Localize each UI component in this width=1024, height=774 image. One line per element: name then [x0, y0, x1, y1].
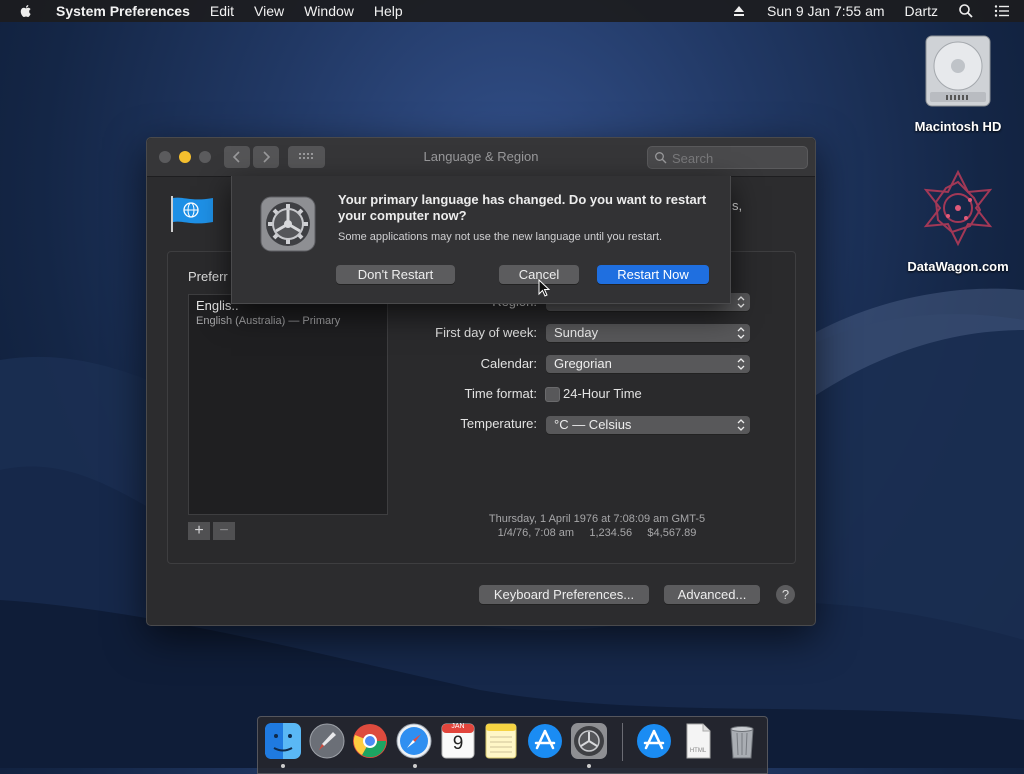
sample-format-line: 1/4/76, 7:08 am 1,234.56 $4,567.89	[497, 527, 697, 539]
mouse-pointer-icon	[538, 279, 550, 297]
calendar-popup[interactable]: Gregorian	[546, 355, 750, 373]
apple-icon[interactable]	[18, 3, 34, 19]
language-item-detail: English (Australia) — Primary	[196, 315, 341, 327]
system-preferences-icon[interactable]	[570, 722, 608, 760]
calendar-label: Calendar:	[480, 356, 537, 371]
add-language-button[interactable]: +	[188, 522, 210, 540]
keyboard-preferences-button[interactable]: Keyboard Preferences...	[479, 585, 649, 604]
24-hour-time-checkbox[interactable]	[545, 387, 560, 402]
menu-view[interactable]: View	[244, 0, 294, 22]
app-store-icon[interactable]	[526, 722, 564, 760]
html-file-icon	[686, 723, 711, 759]
calendar-month: JAN	[451, 723, 465, 730]
alert-informative-text: Some applications may not use the new la…	[338, 231, 663, 243]
trash-icon[interactable]	[723, 722, 761, 760]
restart-alert-sheet: Your primary language has changed. Do yo…	[231, 176, 731, 304]
search-icon	[655, 152, 667, 164]
restart-now-button[interactable]: Restart Now	[597, 265, 709, 284]
launchpad-icon[interactable]	[308, 722, 346, 760]
advanced-button[interactable]: Advanced...	[664, 585, 760, 604]
preferred-languages-label: Preferr	[188, 269, 228, 284]
menu-bar: System Preferences Edit View Window Help…	[0, 0, 1024, 22]
spotlight-icon[interactable]	[958, 3, 974, 19]
temperature-label: Temperature:	[460, 416, 537, 431]
hard-drive-icon	[925, 35, 991, 107]
desktop-icon-macintosh-hd[interactable]: Macintosh HD	[903, 32, 1013, 134]
updown-arrows-icon	[737, 327, 745, 339]
dock: JAN 9 HTML	[257, 716, 768, 774]
search-field[interactable]	[647, 146, 808, 169]
remove-language-button[interactable]: −	[213, 522, 235, 540]
first-day-popup[interactable]: Sunday	[546, 324, 750, 342]
updown-arrows-icon	[737, 419, 745, 431]
document-label: HTML	[689, 748, 707, 754]
updown-arrows-icon	[737, 296, 745, 308]
temperature-popup[interactable]: °C — Celsius	[546, 416, 750, 434]
temperature-value: °C — Celsius	[554, 417, 632, 432]
running-indicator	[281, 764, 285, 768]
system-preferences-gear-icon	[260, 196, 316, 252]
alert-message: Your primary language has changed. Do yo…	[338, 192, 707, 223]
finder-icon[interactable]	[264, 722, 302, 760]
preferred-languages-list[interactable]: Englis.. English (Australia) — Primary	[188, 294, 388, 515]
notification-center-icon[interactable]	[994, 3, 1010, 19]
eject-icon[interactable]	[731, 3, 747, 19]
description-text: s,	[732, 198, 743, 213]
24-hour-time-label[interactable]: 24-Hour Time	[563, 386, 642, 401]
running-indicator	[413, 764, 417, 768]
chrome-icon[interactable]	[351, 722, 389, 760]
dont-restart-button[interactable]: Don't Restart	[336, 265, 455, 284]
menu-user[interactable]: Dartz	[895, 0, 948, 22]
calendar-value: Gregorian	[554, 356, 612, 371]
first-day-value: Sunday	[554, 325, 599, 340]
time-format-label: Time format:	[464, 386, 537, 401]
language-flag-icon	[171, 196, 213, 232]
menu-app-name[interactable]: System Preferences	[46, 0, 200, 22]
title-bar: Language & Region	[147, 138, 815, 177]
help-button[interactable]: ?	[776, 585, 795, 604]
sample-date-line: Thursday, 1 April 1976 at 7:08:09 am GMT…	[488, 513, 706, 525]
calendar-day: 9	[452, 733, 464, 754]
menu-help[interactable]: Help	[364, 0, 413, 22]
search-input[interactable]	[670, 149, 804, 167]
running-indicator	[587, 764, 591, 768]
safari-icon[interactable]	[395, 722, 433, 760]
updown-arrows-icon	[737, 358, 745, 370]
menu-edit[interactable]: Edit	[200, 0, 244, 22]
desktop-icon-label: DataWagon.com	[907, 259, 1009, 274]
notes-icon[interactable]	[482, 722, 520, 760]
desktop-icon-datawagon[interactable]: DataWagon.com	[903, 168, 1013, 274]
document-icon[interactable]: HTML	[679, 722, 717, 760]
first-day-label: First day of week:	[435, 325, 537, 340]
dock-separator	[622, 723, 623, 761]
desktop-icon-label: Macintosh HD	[914, 119, 1002, 134]
menu-clock[interactable]: Sun 9 Jan 7:55 am	[757, 0, 895, 22]
calendar-icon[interactable]: JAN 9	[439, 722, 477, 760]
datawagon-logo-icon	[923, 169, 993, 247]
menu-window[interactable]: Window	[294, 0, 364, 22]
app-store-downloads-icon[interactable]	[635, 722, 673, 760]
